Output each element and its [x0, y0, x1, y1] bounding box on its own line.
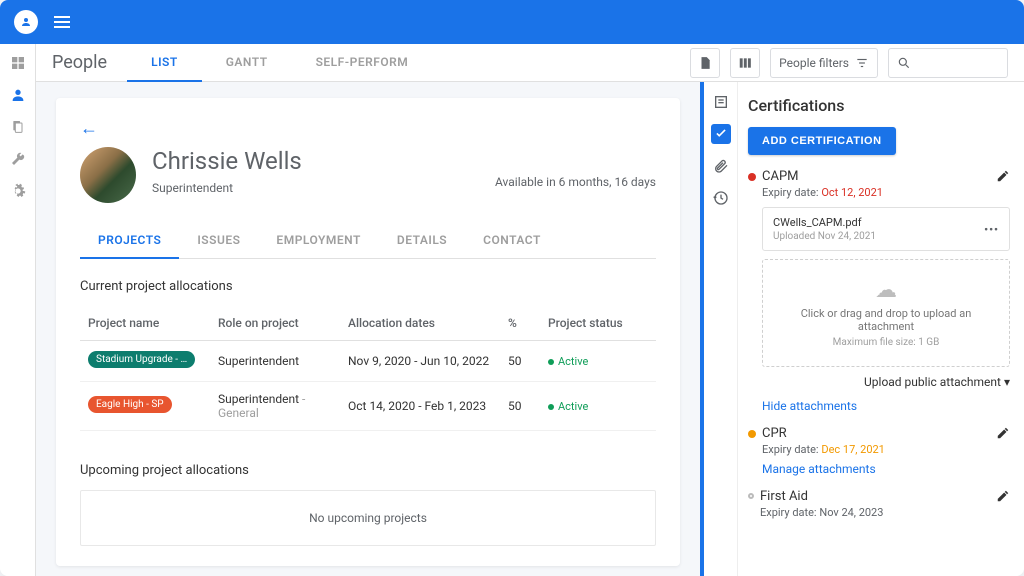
table-row[interactable]: Stadium Upgrade - … Superintendent Nov 9…: [80, 341, 656, 382]
cert-name: First Aid: [760, 489, 990, 504]
subheader: People LIST GANTT SELF-PERFORM People fi…: [36, 44, 1024, 82]
dropzone-text: Click or drag and drop to upload an atta…: [781, 307, 991, 333]
availability-text: Available in 6 months, 16 days: [495, 175, 656, 189]
document-button[interactable]: [690, 48, 720, 78]
app-logo[interactable]: [14, 10, 38, 34]
back-arrow-icon[interactable]: ←: [80, 118, 98, 139]
certification-item: First Aid Expiry date: Nov 24, 2023: [748, 489, 1010, 519]
filter-label: People filters: [779, 56, 849, 70]
manage-attachments-link[interactable]: Manage attachments: [762, 462, 876, 476]
people-icon[interactable]: [9, 86, 27, 104]
status-dot-icon: [548, 359, 554, 365]
status-dot-icon: [748, 430, 756, 438]
upcoming-allocations-heading: Upcoming project allocations: [80, 463, 656, 478]
hamburger-icon[interactable]: [54, 16, 70, 28]
detail-tabs: PROJECTS ISSUES EMPLOYMENT DETAILS CONTA…: [80, 223, 656, 259]
tab-details[interactable]: DETAILS: [379, 223, 465, 259]
role-text: Superintendent: [218, 392, 299, 406]
tab-employment[interactable]: EMPLOYMENT: [258, 223, 378, 259]
current-allocations-heading: Current project allocations: [80, 279, 656, 294]
edit-icon[interactable]: [996, 426, 1010, 440]
section-title: People: [52, 52, 107, 73]
side-panel: Certifications ADD CERTIFICATION CAPM Ex…: [704, 82, 1024, 576]
certification-item: CAPM Expiry date: Oct 12, 2021 CWells_CA…: [748, 169, 1010, 414]
tab-gantt[interactable]: GANTT: [202, 44, 292, 82]
left-nav-rail: [0, 44, 36, 576]
attachment-row[interactable]: CWells_CAPM.pdf Uploaded Nov 24, 2021 ••…: [762, 207, 1010, 251]
role-text: Superintendent: [218, 354, 299, 368]
status-text: Active: [558, 400, 588, 413]
tab-contact[interactable]: CONTACT: [465, 223, 559, 259]
dates-text: Nov 9, 2020 - Jun 10, 2022: [348, 354, 508, 368]
dropzone-sub: Maximum file size: 1 GB: [781, 337, 991, 348]
pct-text: 50: [508, 399, 548, 413]
certification-item: CPR Expiry date: Dec 17, 2021 Manage att…: [748, 426, 1010, 477]
expiry-date: Dec 17, 2021: [821, 443, 885, 456]
cert-name: CPR: [762, 426, 990, 441]
attachment-date: Uploaded Nov 24, 2021: [773, 231, 976, 242]
status-dot-icon: [748, 493, 754, 499]
search-icon: [897, 56, 911, 70]
columns-button[interactable]: [730, 48, 760, 78]
attachment-name: CWells_CAPM.pdf: [773, 216, 976, 229]
project-pill: Eagle High - SP: [88, 396, 172, 413]
people-filters[interactable]: People filters: [770, 48, 878, 78]
upload-dropzone[interactable]: ☁ Click or drag and drop to upload an at…: [762, 259, 1010, 367]
person-role: Superintendent: [152, 181, 479, 195]
certifications-icon[interactable]: [711, 124, 731, 144]
empty-upcoming: No upcoming projects: [80, 490, 656, 546]
hide-attachments-link[interactable]: Hide attachments: [762, 399, 857, 413]
details-icon[interactable]: [711, 92, 731, 112]
allocations-table: Project name Role on project Allocation …: [80, 306, 656, 431]
cert-name: CAPM: [762, 169, 990, 184]
gear-icon[interactable]: [9, 182, 27, 200]
add-certification-button[interactable]: ADD CERTIFICATION: [748, 127, 896, 155]
dates-text: Oct 14, 2020 - Feb 1, 2023: [348, 399, 508, 413]
side-rail: [704, 82, 738, 576]
person-name: Chrissie Wells: [152, 147, 479, 175]
view-tabs: LIST GANTT SELF-PERFORM: [127, 44, 432, 82]
documents-icon[interactable]: [9, 118, 27, 136]
col-project-name: Project name: [88, 316, 218, 330]
attachment-icon[interactable]: [711, 156, 731, 176]
pct-text: 50: [508, 354, 548, 368]
filter-icon: [855, 56, 869, 70]
search-input[interactable]: [888, 48, 1008, 78]
tab-projects[interactable]: PROJECTS: [80, 223, 179, 259]
avatar: [80, 147, 136, 203]
top-bar: [0, 0, 1024, 44]
table-row[interactable]: Eagle High - SP Superintendent - General…: [80, 382, 656, 431]
cloud-upload-icon: ☁: [781, 278, 991, 303]
edit-icon[interactable]: [996, 489, 1010, 503]
history-icon[interactable]: [711, 188, 731, 208]
status-dot-icon: [748, 173, 756, 181]
main-panel: ← Chrissie Wells Superintendent Availabl…: [36, 82, 700, 576]
wrench-icon[interactable]: [9, 150, 27, 168]
col-role: Role on project: [218, 316, 348, 330]
col-dates: Allocation dates: [348, 316, 508, 330]
dashboard-icon[interactable]: [9, 54, 27, 72]
edit-icon[interactable]: [996, 169, 1010, 183]
tab-issues[interactable]: ISSUES: [179, 223, 258, 259]
more-icon[interactable]: •••: [984, 223, 999, 236]
expiry-date: Nov 24, 2023: [819, 506, 883, 519]
project-pill: Stadium Upgrade - …: [88, 351, 195, 368]
expiry-date: Oct 12, 2021: [821, 186, 883, 199]
tab-self-perform[interactable]: SELF-PERFORM: [292, 44, 433, 82]
status-dot-icon: [548, 404, 554, 410]
upload-public-link[interactable]: Upload public attachment ▾: [748, 375, 1010, 389]
status-text: Active: [558, 355, 588, 368]
certifications-title: Certifications: [748, 96, 1010, 115]
tab-list[interactable]: LIST: [127, 44, 202, 82]
col-pct: %: [508, 316, 548, 330]
chevron-down-icon: ▾: [1004, 375, 1010, 389]
col-status: Project status: [548, 316, 648, 330]
